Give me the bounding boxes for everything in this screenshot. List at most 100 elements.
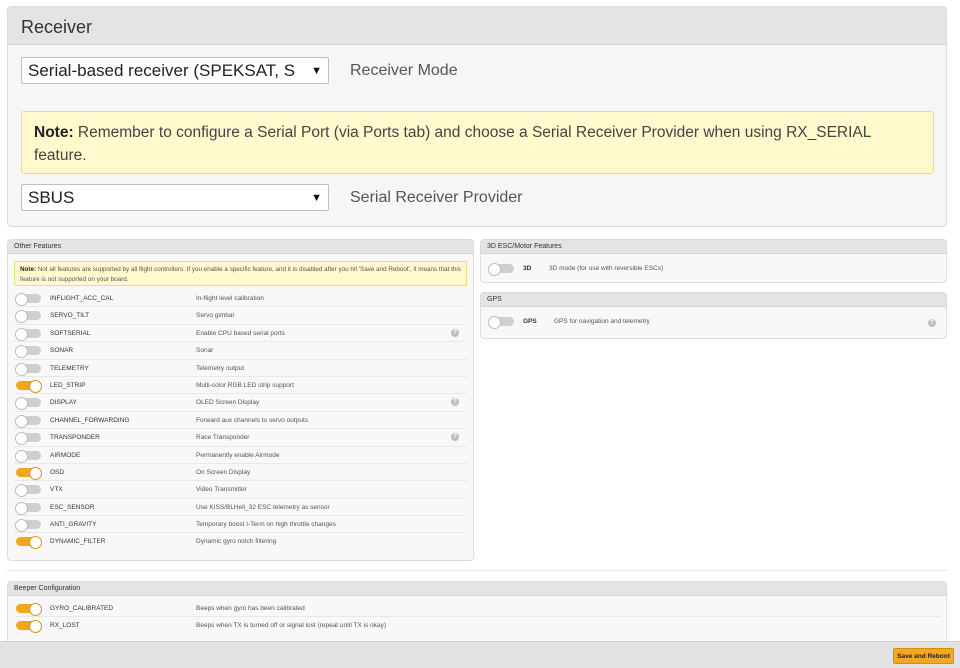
feature-name: ANTI_GRAVITY bbox=[50, 521, 97, 529]
feature-name: ESC_SENSOR bbox=[50, 503, 95, 511]
feature-toggle-anti-gravity[interactable] bbox=[15, 519, 41, 533]
other-features-note-text: Not all features are supported by all fl… bbox=[20, 266, 461, 283]
feature-toggle-3d[interactable] bbox=[488, 263, 514, 276]
receiver-note-text: Remember to configure a Serial Port (via… bbox=[34, 124, 871, 164]
feature-desc-3d: 3D mode (for use with reversible ESCs) bbox=[549, 265, 664, 272]
help-icon[interactable]: ? bbox=[451, 433, 459, 442]
receiver-provider-row: SBUS ▼ Serial Receiver Provider bbox=[21, 184, 523, 211]
feature-desc: Permanently enable Airmode bbox=[196, 451, 280, 459]
feature-row-display: DISPLAY OLED Screen Display? bbox=[14, 394, 467, 412]
beeper-row-rx-lost: RX_LOST Beeps when TX is turned off or si… bbox=[14, 617, 940, 634]
feature-name: SONAR bbox=[50, 347, 74, 355]
receiver-note-bold: Note: bbox=[34, 124, 74, 141]
other-features-note: Note: Not all features are supported by … bbox=[14, 261, 467, 286]
feature-row-sonar: SONAR Sonar bbox=[14, 342, 467, 360]
feature-toggle-airmode[interactable] bbox=[15, 449, 41, 463]
feature-row-led-strip: LED_STRIP Multi-color RGB LED strip suppo… bbox=[14, 377, 467, 395]
feature-desc: In-flight level calibration bbox=[196, 295, 264, 302]
beeper-toggle-rx-lost[interactable] bbox=[16, 620, 42, 634]
feature-row-gps: GPS GPS for navigation and telemetry ? bbox=[487, 311, 940, 333]
help-icon[interactable]: ? bbox=[451, 398, 459, 407]
feature-toggle-gps[interactable] bbox=[488, 316, 514, 329]
receiver-provider-select[interactable]: SBUS ▼ bbox=[21, 184, 329, 211]
feature-row-servo-tilt: SERVO_TILT Servo gimbal bbox=[14, 307, 467, 325]
receiver-note: Note: Remember to configure a Serial Por… bbox=[21, 111, 934, 174]
dropdown-arrow-icon: ▼ bbox=[311, 191, 322, 204]
beeper-title: Beeper Configuration bbox=[8, 582, 946, 596]
feature-toggle-osd[interactable] bbox=[16, 466, 42, 480]
save-and-reboot-button[interactable]: Save and Reboot bbox=[893, 648, 954, 664]
feature-row-vtx: VTX Video Transmitter bbox=[14, 481, 467, 499]
feature-name-gps: GPS bbox=[523, 318, 537, 325]
esc-features-panel: 3D ESC/Motor Features 3D 3D mode (for us… bbox=[480, 239, 947, 283]
other-features-panel: Other Features Note: Not all features ar… bbox=[7, 239, 474, 561]
feature-desc: Race Transponder bbox=[196, 434, 250, 442]
receiver-mode-label: Receiver Mode bbox=[350, 61, 458, 79]
feature-desc: Dynamic gyro notch filtering bbox=[196, 538, 277, 546]
other-features-note-bold: Note: bbox=[20, 266, 37, 273]
feature-desc-gps: GPS for navigation and telemetry bbox=[554, 318, 650, 325]
feature-desc: Temporary boost I-Term on high throttle … bbox=[196, 521, 336, 529]
section-divider bbox=[7, 570, 947, 571]
feature-toggle-esc-sensor[interactable] bbox=[15, 501, 41, 515]
feature-toggle-transponder[interactable] bbox=[15, 432, 41, 446]
receiver-provider-value: SBUS bbox=[28, 187, 75, 207]
feature-name: OSD bbox=[50, 468, 65, 476]
feature-desc: Telemetry output bbox=[196, 364, 245, 372]
feature-name: TRANSPONDER bbox=[50, 434, 100, 442]
beeper-toggle-gyro-calibrated[interactable] bbox=[16, 603, 42, 616]
feature-row-esc-sensor: ESC_SENSOR Use KISS/BLHeli_32 ESC telemet… bbox=[14, 499, 467, 517]
feature-toggle-telemetry[interactable] bbox=[15, 362, 41, 376]
beeper-list: GYRO_CALIBRATED Beeps when gyro has been … bbox=[8, 600, 946, 635]
receiver-mode-value: Serial-based receiver (SPEKSAT, S bbox=[28, 60, 296, 80]
feature-desc: Servo gimbal bbox=[196, 312, 234, 320]
feature-name: VTX bbox=[50, 486, 63, 494]
feature-toggle-servo-tilt[interactable] bbox=[15, 310, 41, 324]
beeper-desc: Beeps when gyro has been calibrated bbox=[196, 605, 305, 612]
feature-name: TELEMETRY bbox=[50, 364, 89, 372]
feature-name: CHANNEL_FORWARDING bbox=[50, 416, 130, 424]
feature-toggle-led-strip[interactable] bbox=[16, 379, 42, 393]
feature-toggle-sonar[interactable] bbox=[15, 345, 41, 359]
feature-row-dynamic-filter: DYNAMIC_FILTER Dynamic gyro notch filteri… bbox=[14, 533, 467, 550]
gps-panel: GPS GPS GPS for navigation and telemetry… bbox=[480, 292, 947, 339]
feature-name: INFLIGHT_ACC_CAL bbox=[50, 295, 114, 302]
feature-name: DISPLAY bbox=[50, 399, 77, 407]
feature-desc: Multi-color RGB LED strip support bbox=[196, 381, 294, 389]
feature-toggle-softserial[interactable] bbox=[15, 327, 41, 341]
feature-desc: Use KISS/BLHeli_32 ESC telemetry as sens… bbox=[196, 503, 330, 511]
beeper-desc: Beeps when TX is turned off or signal lo… bbox=[196, 622, 387, 630]
bottom-toolbar: Save and Reboot bbox=[0, 641, 960, 668]
beeper-name: RX_LOST bbox=[50, 622, 80, 630]
esc-features-title: 3D ESC/Motor Features bbox=[481, 240, 946, 254]
feature-desc: Video Transmitter bbox=[196, 486, 247, 494]
gps-title: GPS bbox=[481, 293, 946, 307]
feature-desc: OLED Screen Display bbox=[196, 399, 260, 407]
beeper-row-gyro-calibrated: GYRO_CALIBRATED Beeps when gyro has been … bbox=[14, 600, 940, 618]
receiver-mode-select[interactable]: Serial-based receiver (SPEKSAT, S ▼ bbox=[21, 57, 329, 84]
feature-toggle-channel-forwarding[interactable] bbox=[15, 414, 41, 428]
beeper-name: GYRO_CALIBRATED bbox=[50, 605, 114, 612]
feature-row-airmode: AIRMODE Permanently enable Airmode bbox=[14, 447, 467, 464]
feature-name: DYNAMIC_FILTER bbox=[50, 538, 106, 546]
feature-row-inflight-acc-cal: INFLIGHT_ACC_CAL In-flight level calibrat… bbox=[14, 290, 467, 308]
help-icon[interactable]: ? bbox=[928, 319, 936, 327]
dropdown-arrow-icon: ▼ bbox=[311, 64, 322, 77]
help-icon[interactable]: ? bbox=[451, 328, 459, 337]
feature-name: AIRMODE bbox=[50, 451, 81, 459]
receiver-mode-row: Serial-based receiver (SPEKSAT, S ▼ Rece… bbox=[21, 57, 458, 84]
feature-toggle-inflight-acc-cal[interactable] bbox=[15, 293, 41, 306]
feature-toggle-display[interactable] bbox=[15, 397, 41, 411]
feature-row-softserial: SOFTSERIAL Enable CPU based serial ports? bbox=[14, 325, 467, 343]
feature-toggle-vtx[interactable] bbox=[15, 484, 41, 498]
feature-desc: On Screen Display bbox=[196, 468, 251, 476]
feature-name: SOFTSERIAL bbox=[50, 329, 91, 337]
receiver-panel: Receiver Serial-based receiver (SPEKSAT,… bbox=[7, 6, 947, 227]
other-features-title: Other Features bbox=[8, 240, 473, 254]
feature-name: LED_STRIP bbox=[50, 381, 86, 389]
feature-desc: Enable CPU based serial ports bbox=[196, 329, 285, 337]
feature-toggle-dynamic-filter[interactable] bbox=[16, 536, 42, 550]
feature-row-osd: OSD On Screen Display bbox=[14, 464, 467, 482]
feature-row-telemetry: TELEMETRY Telemetry output bbox=[14, 360, 467, 377]
feature-row-transponder: TRANSPONDER Race Transponder? bbox=[14, 429, 467, 447]
